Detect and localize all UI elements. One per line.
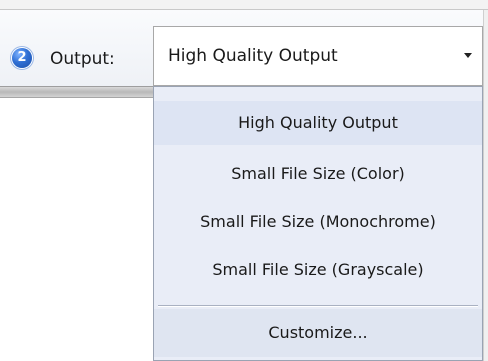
output-selected-value: High Quality Output (168, 46, 338, 66)
dropdown-option-small-grayscale[interactable]: Small File Size (Grayscale) (154, 259, 482, 281)
dropdown-option-small-monochrome[interactable]: Small File Size (Monochrome) (154, 211, 482, 233)
right-edge (483, 10, 488, 361)
step-number-badge-icon: 2 (12, 48, 32, 68)
toolbar-divider (0, 86, 153, 98)
dropdown-option-customize[interactable]: Customize... (154, 309, 482, 357)
dropdown-arrow-icon[interactable] (464, 53, 472, 58)
dropdown-separator (158, 305, 478, 307)
output-combobox[interactable]: High Quality Output (153, 26, 483, 86)
output-label: Output: (50, 49, 115, 69)
dropdown-option-small-color[interactable]: Small File Size (Color) (154, 163, 482, 185)
output-dropdown-list[interactable]: High Quality Output Small File Size (Col… (153, 86, 483, 361)
top-border (0, 0, 488, 10)
dropdown-option-high-quality[interactable]: High Quality Output (154, 101, 482, 145)
